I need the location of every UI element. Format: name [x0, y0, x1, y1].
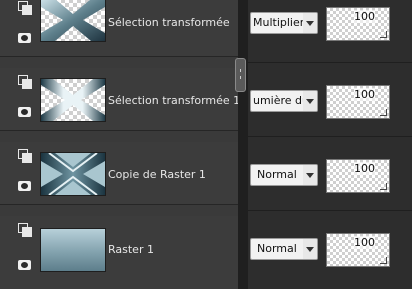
opacity-field[interactable]: 100 — [326, 233, 390, 267]
layer-name[interactable]: Sélection transformée 1 — [108, 94, 240, 107]
eye-icon[interactable] — [18, 107, 31, 117]
blend-mode-value: Normal — [257, 168, 297, 181]
blend-mode-select[interactable]: Multiplier — [250, 12, 318, 34]
splitter-handle[interactable] — [235, 58, 246, 92]
chevron-down-icon — [306, 173, 314, 178]
layer-icons — [16, 68, 36, 130]
opacity-field[interactable]: 100 — [326, 85, 390, 119]
eye-icon[interactable] — [18, 181, 31, 191]
layer-props-row: Normal 100 — [248, 222, 412, 284]
blend-mode-select[interactable]: umière dur — [250, 90, 318, 112]
layer-props-row: Multiplier 100 — [248, 0, 412, 63]
opacity-field[interactable]: 100 — [326, 7, 390, 41]
blend-mode-value: Normal — [257, 242, 297, 255]
layer-type-icon[interactable] — [18, 149, 32, 163]
layer-icons — [16, 216, 36, 278]
opacity-field[interactable]: 100 — [326, 159, 390, 193]
resize-grip-icon — [380, 257, 387, 264]
layer-thumbnail — [40, 78, 106, 122]
chevron-down-icon — [306, 99, 314, 104]
chevron-down-icon — [306, 21, 314, 26]
layer-row-copie-de-raster-1[interactable]: Copie de Raster 1 — [0, 142, 238, 205]
layer-name[interactable]: Sélection transformée — [108, 16, 230, 29]
layer-name[interactable]: Raster 1 — [108, 243, 154, 256]
layer-thumbnail — [40, 152, 106, 196]
layer-row-selection-transformee-1[interactable]: Sélection transformée 1 — [0, 68, 240, 131]
blend-mode-value: Multiplier — [253, 16, 305, 29]
dropdown-button[interactable] — [303, 165, 317, 185]
resize-grip-icon — [380, 183, 387, 190]
layer-type-icon[interactable] — [18, 1, 32, 15]
layer-icons — [16, 0, 36, 56]
layer-properties-panel: Multiplier 100 umière dur 100 Normal 100… — [248, 0, 412, 289]
layer-icons — [16, 142, 36, 204]
blend-mode-select[interactable]: Normal — [250, 238, 318, 260]
blend-mode-select[interactable]: Normal — [250, 164, 318, 186]
opacity-value: 100 — [354, 162, 375, 175]
opacity-value: 100 — [354, 10, 375, 23]
layer-type-icon[interactable] — [18, 75, 32, 89]
layer-props-row: Normal 100 — [248, 148, 412, 211]
layer-name[interactable]: Copie de Raster 1 — [108, 168, 206, 181]
resize-grip-icon — [380, 31, 387, 38]
dropdown-button[interactable] — [303, 239, 317, 259]
layer-thumbnail — [40, 0, 106, 42]
resize-grip-icon — [380, 109, 387, 116]
layer-thumbnail — [40, 228, 106, 272]
layer-row-raster-1[interactable]: Raster 1 — [0, 216, 238, 289]
dropdown-button[interactable] — [303, 91, 317, 111]
panel-divider — [238, 0, 248, 289]
eye-icon[interactable] — [18, 260, 31, 270]
layer-props-row: umière dur 100 — [248, 74, 412, 137]
layer-row-selection-transformee[interactable]: Sélection transformée — [0, 0, 238, 57]
dropdown-button[interactable] — [303, 13, 317, 33]
opacity-value: 100 — [354, 236, 375, 249]
layer-type-icon[interactable] — [18, 223, 32, 237]
layers-panel: Sélection transformée Sélection transfor… — [0, 0, 240, 289]
chevron-down-icon — [306, 247, 314, 252]
opacity-value: 100 — [354, 88, 375, 101]
eye-icon[interactable] — [18, 33, 31, 43]
